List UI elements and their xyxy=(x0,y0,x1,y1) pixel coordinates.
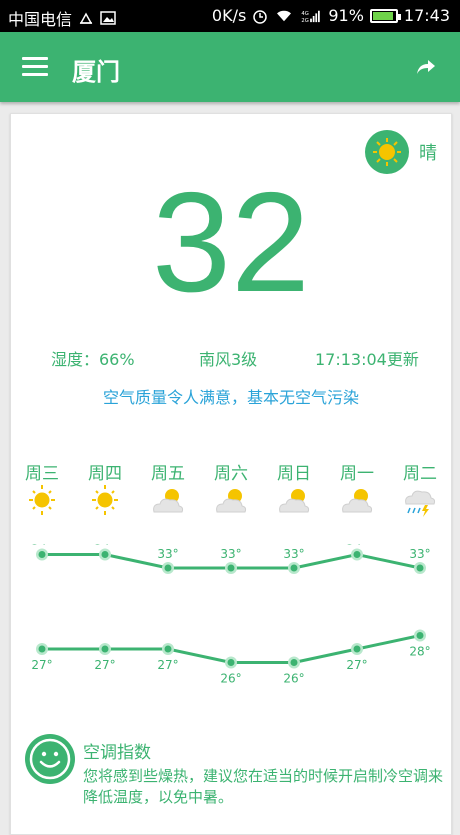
high-temp-label: 33° xyxy=(220,547,241,561)
high-temp-label: 34° xyxy=(94,544,115,548)
index-description: 您将感到些燥热，建议您在适当的时候开启制冷空调来降低温度，以免中暑。 xyxy=(83,767,444,806)
app-bar: 厦门 xyxy=(0,32,460,102)
low-temp-label: 27° xyxy=(346,658,367,672)
high-temp-point xyxy=(416,564,424,572)
carrier-name: 中国电信 xyxy=(8,10,73,29)
high-temp-point xyxy=(164,564,172,572)
low-temp-point xyxy=(416,632,424,639)
battery-percent: 91% xyxy=(328,6,364,25)
high-temp-label: 34° xyxy=(346,544,367,548)
low-temp-label: 27° xyxy=(94,658,115,672)
svg-text:2G: 2G xyxy=(302,18,309,23)
humidity: 湿度：66% xyxy=(51,350,135,369)
update-time: 17:13:04更新 xyxy=(315,350,419,369)
high-temp-label: 33° xyxy=(283,547,304,561)
low-temp-point xyxy=(290,659,298,666)
index-title: 空调指数 xyxy=(83,743,151,763)
low-temp-label: 26° xyxy=(220,672,241,686)
condition-text: 晴 xyxy=(419,143,437,164)
partly-cloudy-icon xyxy=(279,489,310,513)
temperature-chart: 34° 34° 33° 33° 33° 34° 33° 27° 27° 27° 26° 26° 27° 2… xyxy=(31,544,430,686)
high-temp-label: 33° xyxy=(157,547,178,561)
low-temp-point xyxy=(164,645,172,653)
image-icon xyxy=(100,11,116,25)
forecast-day-label: 周三 xyxy=(25,464,59,484)
high-temp-label: 33° xyxy=(409,547,430,561)
sun-icon xyxy=(373,138,401,166)
clock: 17:43 xyxy=(403,6,450,25)
network-speed: 0K/s xyxy=(211,6,247,25)
alarm-icon xyxy=(253,9,268,24)
low-temp-label: 27° xyxy=(157,658,178,672)
current-temperature: 32 xyxy=(152,163,310,322)
high-temp-point xyxy=(38,551,46,558)
low-temp-point xyxy=(353,645,361,653)
forecast-day-label: 周二 xyxy=(403,464,437,484)
high-temp-point xyxy=(101,551,109,558)
sun-icon xyxy=(29,485,55,515)
notification-icon xyxy=(79,12,93,24)
wifi-icon xyxy=(277,10,292,21)
forecast-day-label: 周六 xyxy=(214,464,248,484)
signal-icon: 4G2G xyxy=(302,10,321,23)
current-condition: 晴 xyxy=(365,130,437,174)
smiley-icon xyxy=(25,734,75,784)
low-temp-point xyxy=(101,645,109,653)
forecast-day-label: 周五 xyxy=(151,464,185,484)
low-temp-point xyxy=(227,659,235,666)
partly-cloudy-icon xyxy=(216,489,247,513)
sun-icon xyxy=(92,485,118,515)
low-temp-label: 27° xyxy=(31,658,52,672)
condition-badge xyxy=(365,130,409,174)
city-title: 厦门 xyxy=(72,58,120,86)
air-quality: 空气质量令人满意，基本无空气污染 xyxy=(102,388,359,407)
wind: 南风3级 xyxy=(199,350,258,369)
svg-text:4G: 4G xyxy=(302,11,309,17)
low-temp-label: 26° xyxy=(283,672,304,686)
weather-card: 晴 32 湿度：66% 南风3级 17:13:04更新 空气质量令人满意，基本无… xyxy=(10,113,452,835)
forecast-day-label: 周四 xyxy=(88,464,122,484)
battery-level xyxy=(372,11,393,20)
high-temp-label: 34° xyxy=(31,544,52,548)
share-arrow-icon[interactable] xyxy=(414,55,438,79)
low-temp-point xyxy=(38,645,46,653)
partly-cloudy-icon xyxy=(342,489,373,513)
battery-icon xyxy=(369,8,401,23)
high-temp-point xyxy=(353,551,361,558)
status-bar: 中国电信 0K/s 4G 2G 91% 17:43 xyxy=(0,0,460,32)
hamburger-menu-icon[interactable] xyxy=(22,57,48,77)
high-temp-point xyxy=(290,564,298,572)
low-temp-label: 28° xyxy=(409,645,430,659)
thunderstorm-icon xyxy=(405,490,436,517)
forecast-day-label: 周一 xyxy=(340,464,374,484)
forecast-day-label: 周日 xyxy=(277,464,311,484)
high-temp-point xyxy=(227,564,235,572)
partly-cloudy-icon xyxy=(153,489,184,513)
